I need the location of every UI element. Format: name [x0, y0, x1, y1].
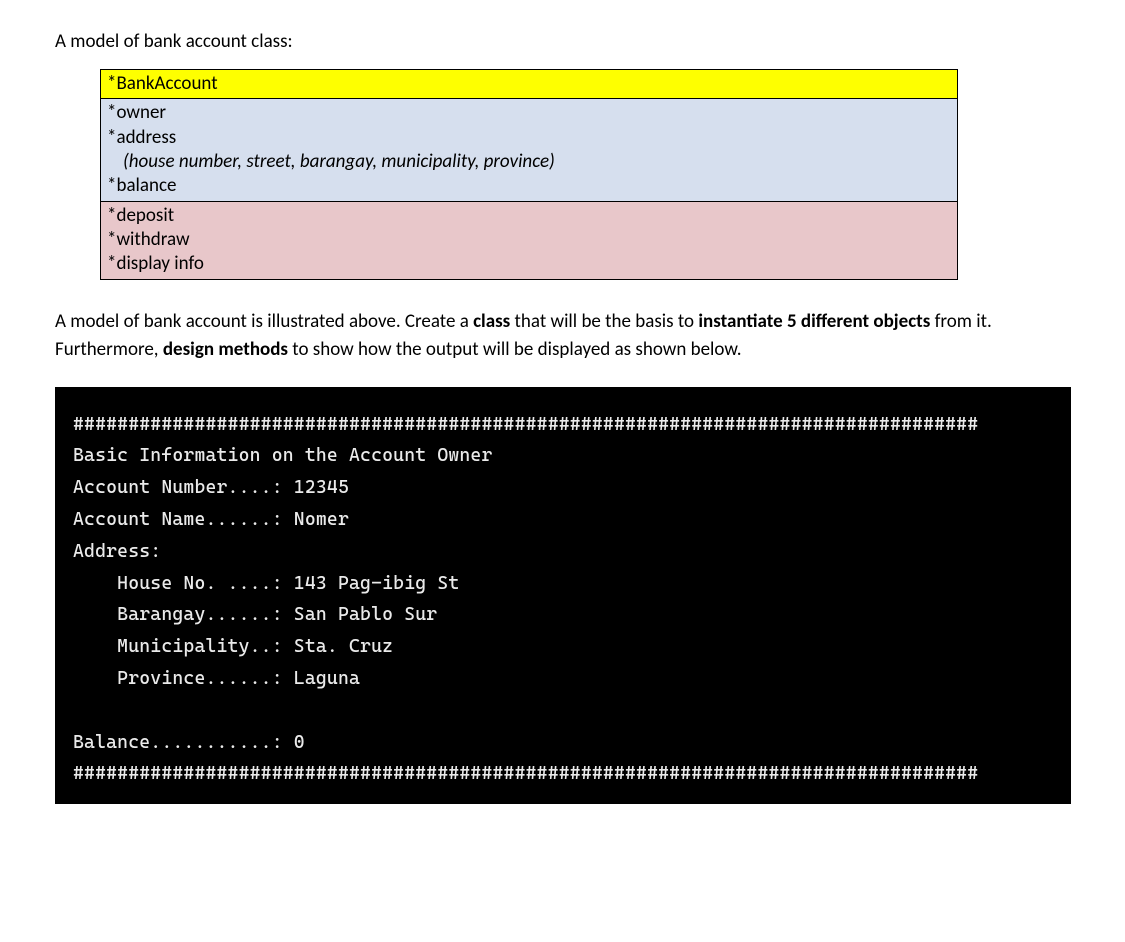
- uml-attributes-row: *owner *address (house number, street, b…: [101, 99, 958, 201]
- console-title: Basic Information on the Account Owner: [73, 445, 493, 466]
- para-bold-instantiate: instantiate 5 different objects: [698, 310, 930, 333]
- intro-heading: A model of bank account class:: [55, 30, 1070, 53]
- console-brgy-label: Barangay......:: [73, 604, 294, 625]
- uml-classname-row: *BankAccount: [101, 70, 958, 99]
- console-acct-num-value: 12345: [294, 477, 349, 498]
- console-prov-label: Province......:: [73, 668, 294, 689]
- para-text-1: A model of bank account is illustrated a…: [55, 310, 473, 333]
- console-muni-value: Sta. Cruz: [294, 636, 393, 657]
- console-prov-value: Laguna: [294, 668, 360, 689]
- uml-attr-owner: *owner: [107, 101, 951, 125]
- uml-method-withdraw: *withdraw: [107, 228, 951, 252]
- console-brgy-value: San Pablo Sur: [294, 604, 438, 625]
- console-muni-label: Municipality..:: [73, 636, 294, 657]
- instructions-paragraph: A model of bank account is illustrated a…: [55, 308, 1070, 365]
- para-bold-class: class: [473, 310, 510, 333]
- console-house-label: House No. ....:: [73, 573, 294, 594]
- console-balance-label: Balance...........:: [73, 732, 294, 753]
- uml-method-deposit: *deposit: [107, 204, 951, 228]
- console-acct-name-value: Nomer: [294, 509, 349, 530]
- console-address-label: Address:: [73, 541, 161, 562]
- uml-methods-row: *deposit *withdraw *display info: [101, 201, 958, 279]
- console-border-top: ########################################…: [73, 414, 978, 435]
- para-text-4: to show how the output will be displayed…: [288, 338, 742, 361]
- uml-attributes: *owner *address (house number, street, b…: [101, 99, 958, 201]
- uml-method-display-info: *display info: [107, 252, 951, 276]
- uml-attr-address: *address: [107, 126, 951, 150]
- uml-classname: *BankAccount: [101, 70, 958, 99]
- console-acct-num-label: Account Number....:: [73, 477, 294, 498]
- console-acct-name-label: Account Name......:: [73, 509, 294, 530]
- console-output: ########################################…: [55, 387, 1071, 805]
- uml-methods: *deposit *withdraw *display info: [101, 201, 958, 279]
- uml-table: *BankAccount *owner *address (house numb…: [100, 69, 958, 280]
- para-bold-design-methods: design methods: [163, 338, 288, 361]
- console-balance-value: 0: [294, 732, 305, 753]
- console-house-value: 143 Pag-ibig St: [294, 573, 460, 594]
- uml-class-diagram: *BankAccount *owner *address (house numb…: [100, 69, 958, 280]
- para-text-2: that will be the basis to: [510, 310, 698, 333]
- uml-attr-address-detail: (house number, street, barangay, municip…: [107, 150, 951, 174]
- uml-attr-balance: *balance: [107, 174, 951, 198]
- console-border-bottom: ########################################…: [73, 763, 978, 784]
